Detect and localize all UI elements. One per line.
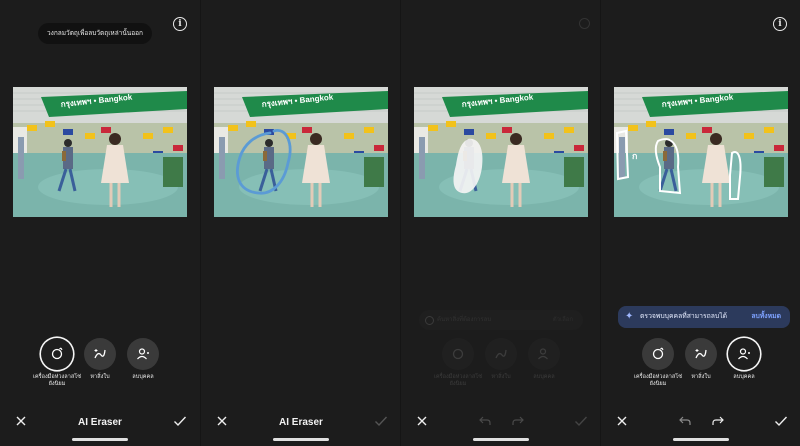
remove-all-button[interactable]: ลบทั้งหมด [751, 306, 781, 328]
info-icon[interactable]: i [173, 17, 187, 31]
redo-icon [512, 416, 524, 425]
redo-icon[interactable] [712, 416, 724, 426]
lasso-icon [452, 348, 464, 360]
check-icon[interactable] [374, 415, 388, 427]
loading-icon [579, 18, 590, 29]
person-remove-icon [137, 348, 149, 360]
lasso-tool-button[interactable]: เครื่องมือห่วงลาสโซ่ยังนิยม [634, 338, 682, 387]
brush-tool-button: หาสิ่งใบ [485, 338, 521, 380]
home-indicator [473, 438, 529, 441]
lasso-icon [51, 347, 63, 360]
person-remove-icon [538, 348, 548, 360]
screen-title: AI Eraser [78, 417, 122, 428]
sparkle-icon: ✦ [625, 311, 634, 322]
search-hint: ค้นหาสิ่งที่ต้องการลบ [437, 317, 492, 323]
person-remove-icon [738, 348, 750, 360]
person-remove-tool-button[interactable]: ลบบุคคล [728, 338, 764, 380]
person-remove-tool-button[interactable]: ลบบุคคล [127, 338, 163, 380]
lasso-icon [652, 347, 664, 360]
tool-row: เครื่องมือห่วงลาสโซ่ยังนิยม หาสิ่งใบ ลบบ… [0, 338, 200, 398]
bottom-bar: AI Eraser [0, 406, 200, 438]
bottom-bar [401, 406, 600, 438]
check-icon[interactable] [173, 415, 187, 427]
lasso-tool-button: เครื่องมือห่วงลาสโซ่ยังนิยม [434, 338, 482, 387]
brush-tool-button[interactable]: หาสิ่งใบ [685, 338, 721, 380]
screen-lasso-mode: i วงกลมวัตถุเพื่อลบวัตถุเหล่านั้นออก เคร… [0, 0, 200, 446]
home-indicator [273, 438, 329, 441]
detect-message: ตรวจพบบุคคลที่สามารถลบได้ [640, 313, 728, 320]
bottom-bar [601, 406, 800, 438]
lasso-tool-button[interactable]: เครื่องมือห่วงลาสโซ่ยังนิยม [33, 338, 81, 387]
home-indicator [673, 438, 729, 441]
photo-canvas[interactable] [214, 87, 388, 217]
svg-text:ก: ก [632, 151, 637, 161]
home-indicator [72, 438, 128, 441]
brush-tool-button[interactable]: หาสิ่งใบ [84, 338, 120, 380]
screen-title: AI Eraser [279, 417, 323, 428]
screen-lasso-drawn: AI Eraser [200, 0, 400, 446]
brush-icon [495, 349, 507, 359]
person-remove-tool-label: ลบบุคคล [132, 374, 154, 380]
people-detected-banner: ✦ ตรวจพบบุคคลที่สามารถลบได้ ลบทั้งหมด [618, 306, 790, 328]
check-icon[interactable] [774, 415, 788, 427]
hint-tooltip: วงกลมวัตถุเพื่อลบวัตถุเหล่านั้นออก [38, 23, 152, 44]
search-icon [425, 316, 434, 325]
undo-icon [679, 416, 691, 425]
tool-row: เครื่องมือห่วงลาสโซ่ยังนิยม หาสิ่งใบ ลบบ… [601, 338, 800, 398]
person-remove-tool-label: ลบบุคคล [733, 374, 755, 380]
screen-erasing: ค้นหาสิ่งที่ต้องการลบ ตัวเลือก เครื่องมื… [400, 0, 600, 446]
check-icon [575, 416, 588, 427]
search-hint-right: ตัวเลือก [552, 317, 573, 323]
bottom-bar: AI Eraser [201, 406, 400, 438]
person-remove-tool-label: ลบบุคคล [533, 374, 555, 380]
screen-people-detected: i ก ✦ ตรวจพบบุคคลที่สามารถลบได้ ลบทั้งหม… [600, 0, 800, 446]
undo-icon [479, 416, 491, 425]
photo-canvas[interactable] [414, 87, 588, 217]
brush-icon [94, 349, 106, 359]
close-icon[interactable] [616, 415, 628, 427]
person-remove-tool-button: ลบบุคคล [528, 338, 564, 380]
photo-canvas[interactable] [13, 87, 187, 217]
info-icon[interactable]: i [773, 17, 787, 31]
tool-row-disabled: เครื่องมือห่วงลาสโซ่ยังนิยม หาสิ่งใบ ลบบ… [401, 338, 600, 398]
brush-icon [695, 349, 707, 359]
photo-canvas[interactable]: ก [614, 87, 788, 217]
close-icon[interactable] [416, 415, 428, 427]
object-search-bar: ค้นหาสิ่งที่ต้องการลบ ตัวเลือก [419, 310, 583, 330]
